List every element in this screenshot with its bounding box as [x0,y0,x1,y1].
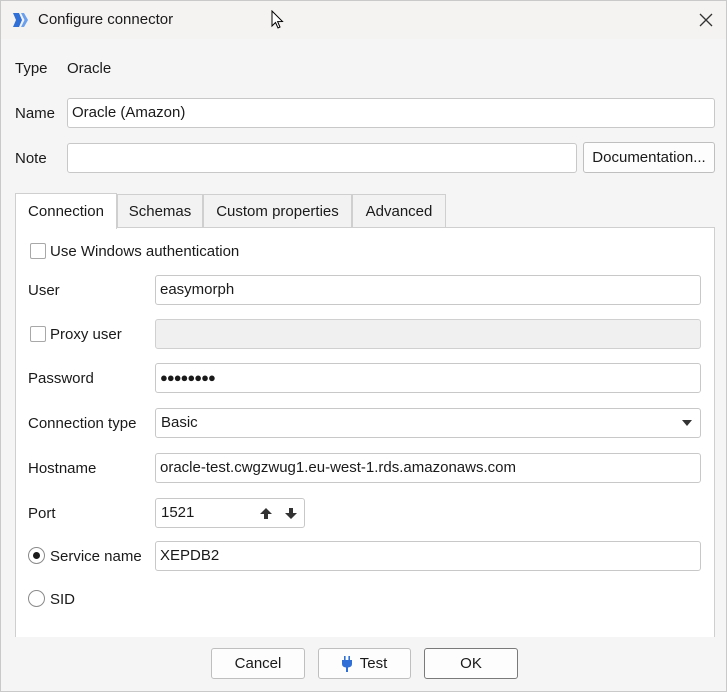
tab-custom-properties[interactable]: Custom properties [203,194,352,228]
service-name-radio[interactable] [28,547,45,564]
configure-connector-dialog: Configure connector Type Oracle Name Ora… [0,0,727,692]
arrow-down-icon[interactable] [284,507,298,520]
tab-connection[interactable]: Connection [15,193,117,229]
documentation-button[interactable]: Documentation... [583,142,715,173]
service-name-input[interactable]: XEPDB2 [155,541,701,571]
name-label: Name [15,105,56,122]
proxy-user-checkbox[interactable] [30,326,46,342]
test-button[interactable]: Test [318,648,411,679]
close-icon [699,13,713,27]
title-bar: Configure connector [1,1,726,39]
connection-panel: Use Windows authentication User easymorp… [15,227,715,637]
hostname-input[interactable]: oracle-test.cwgzwug1.eu-west-1.rds.amazo… [155,453,701,483]
plug-icon [341,655,352,672]
mouse-cursor-icon [271,10,284,29]
password-label: Password [28,370,94,387]
name-input[interactable]: Oracle (Amazon) [67,98,715,128]
sid-radio[interactable] [28,590,45,607]
tab-schemas[interactable]: Schemas [117,194,203,228]
app-logo-icon [13,13,28,27]
connection-type-value: Basic [161,414,198,431]
cancel-button[interactable]: Cancel [211,648,305,679]
port-label: Port [28,505,56,522]
proxy-user-label: Proxy user [50,326,122,343]
port-value: 1521 [161,504,195,521]
window-title: Configure connector [38,11,174,28]
password-input[interactable]: ●●●●●●●● [155,363,701,393]
tab-advanced[interactable]: Advanced [352,194,446,228]
service-name-label: Service name [50,548,142,565]
test-button-label: Test [359,655,388,672]
close-button[interactable] [689,5,723,35]
port-stepper[interactable]: 1521 [155,498,305,528]
hostname-label: Hostname [28,460,97,477]
sid-label: SID [50,591,76,608]
note-input[interactable] [67,143,577,173]
connection-type-select[interactable]: Basic [155,408,701,438]
user-label: User [28,282,60,299]
connection-type-label: Connection type [28,415,137,432]
note-label: Note [15,150,47,167]
dialog-footer: Cancel Test OK [1,637,726,691]
ok-button[interactable]: OK [424,648,518,679]
type-value: Oracle [67,60,112,77]
arrow-up-icon[interactable] [259,507,273,520]
type-label: Type [15,60,48,77]
user-input[interactable]: easymorph [155,275,701,305]
windows-auth-checkbox[interactable] [30,243,46,259]
proxy-user-input [155,319,701,349]
chevron-down-icon [682,420,692,426]
windows-auth-label: Use Windows authentication [50,243,240,260]
